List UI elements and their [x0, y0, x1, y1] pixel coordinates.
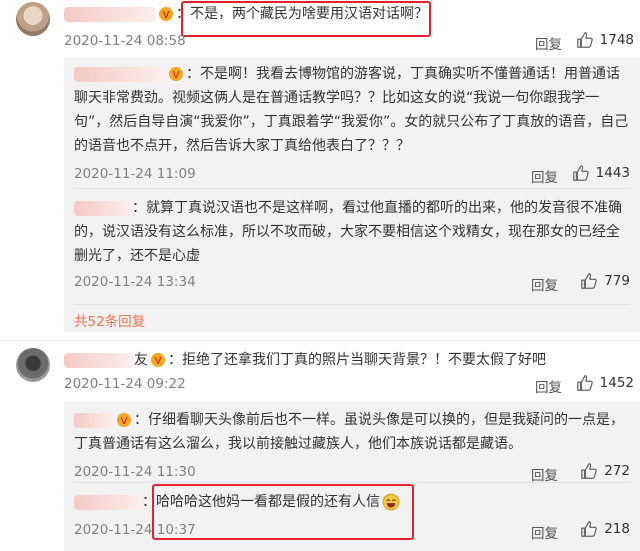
username-redacted[interactable]	[74, 494, 142, 510]
like-button[interactable]: 779	[580, 272, 630, 290]
vip-badge-icon: V	[169, 67, 183, 81]
reply-button[interactable]: 回复	[535, 33, 562, 53]
timestamp: 2020-11-24 11:09	[74, 166, 196, 182]
reply-button[interactable]: 回复	[531, 166, 558, 186]
username-redacted[interactable]	[74, 412, 114, 428]
like-count: 1443	[595, 165, 630, 181]
vip-badge-icon: V	[117, 413, 131, 427]
thumbs-up-icon	[572, 165, 589, 181]
like-count: 1748	[599, 32, 634, 48]
reply-item: ：就算丁真说汉语也不是这样啊，看过他直播的都听的出来，他的发音很不准确的，说汉语…	[74, 196, 630, 294]
thumbs-up-icon	[581, 273, 598, 289]
like-button[interactable]: 1443	[572, 164, 630, 182]
vip-badge-icon: V	[159, 7, 173, 21]
reply-body: V ：不是啊！我看去博物馆的游客说，丁真确实听不懂普通话！用普通话聊天非常费劲。视…	[74, 62, 630, 158]
thumbs-up-icon	[581, 463, 598, 479]
reply-text: ：仔细看聊天头像前后也不一样。虽说头像是可以换的，但是我疑问的一点是，丁真普通话…	[74, 412, 624, 452]
avatar[interactable]	[16, 348, 50, 382]
reply-body: V ：仔细看聊天头像前后也不一样。虽说头像是可以换的，但是我疑问的一点是，丁真普通…	[74, 408, 630, 456]
username-redacted[interactable]	[64, 352, 134, 368]
timestamp: 2020-11-24 08:58	[64, 33, 186, 49]
comment-body: 友 V ：拒绝了还拿我们丁真的照片当聊天背景？！不要太假了好吧	[64, 350, 546, 370]
name-suffix: 友	[134, 352, 148, 368]
like-button[interactable]: 218	[580, 520, 630, 538]
reply-button[interactable]: 回复	[531, 274, 558, 294]
reply-item: V ：不是啊！我看去博物馆的游客说，丁真确实听不懂普通话！用普通话聊天非常费劲。视…	[74, 62, 630, 186]
like-count: 1452	[599, 375, 634, 391]
username-redacted[interactable]	[74, 66, 166, 82]
thumbs-up-icon	[576, 375, 593, 391]
timestamp: 2020-11-24 13:34	[74, 274, 196, 290]
divider	[74, 188, 630, 189]
svg-text:V: V	[155, 356, 162, 367]
comment-meta: 2020-11-24 08:58 回复 1748	[64, 31, 634, 53]
svg-text:V: V	[173, 70, 180, 81]
svg-text:V: V	[121, 416, 128, 427]
more-replies-link[interactable]: 共52条回复	[74, 310, 145, 330]
reply-body: ：就算丁真说汉语也不是这样啊，看过他直播的都听的出来，他的发音很不准确的，说汉语…	[74, 196, 630, 268]
avatar[interactable]	[16, 2, 50, 36]
thumbs-up-icon	[576, 32, 593, 48]
like-button[interactable]: 1748	[576, 31, 634, 49]
reply-button[interactable]: 回复	[531, 522, 558, 542]
like-count: 218	[604, 521, 630, 537]
reply-item: V ：仔细看聊天头像前后也不一样。虽说头像是可以换的，但是我疑问的一点是，丁真普通…	[74, 408, 630, 484]
highlight-box	[152, 484, 414, 540]
like-count: 272	[604, 463, 630, 479]
divider	[74, 482, 630, 483]
vip-badge-icon: V	[151, 353, 165, 367]
divider	[0, 340, 640, 341]
timestamp: 2020-11-24 09:22	[64, 376, 186, 392]
reply-list: V ：不是啊！我看去博物馆的游客说，丁真确实听不懂普通话！用普通话聊天非常费劲。视…	[64, 58, 640, 332]
reply-button[interactable]: 回复	[535, 376, 562, 396]
username-redacted[interactable]	[64, 6, 156, 22]
divider	[74, 304, 630, 305]
username-redacted[interactable]	[74, 200, 132, 216]
timestamp: 2020-11-24 11:30	[74, 464, 196, 480]
thumbs-up-icon	[581, 521, 598, 537]
reply-button[interactable]: 回复	[531, 464, 558, 484]
comment-meta: 2020-11-24 09:22 回复 1452	[64, 374, 634, 396]
like-button[interactable]: 272	[580, 462, 630, 480]
like-button[interactable]: 1452	[576, 374, 634, 392]
reply-text: ：就算丁真说汉语也不是这样啊，看过他直播的都听的出来，他的发音很不准确的，说汉语…	[74, 200, 622, 264]
svg-text:V: V	[163, 10, 170, 21]
comment-text: ：拒绝了还拿我们丁真的照片当聊天背景？！不要太假了好吧	[168, 352, 546, 368]
like-count: 779	[604, 273, 630, 289]
